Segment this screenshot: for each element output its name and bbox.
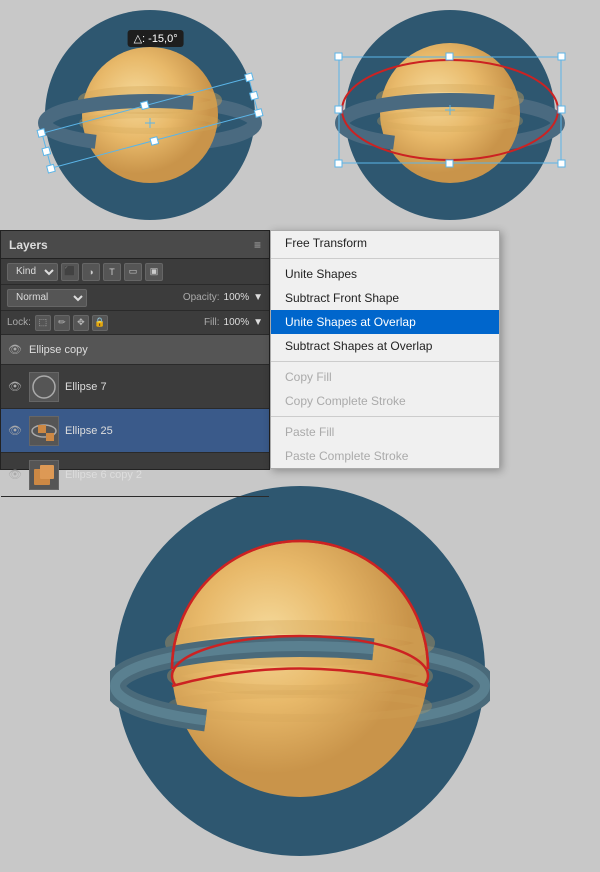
opacity-label: Opacity:	[183, 292, 220, 303]
canvas-left: △: -15,0°	[0, 0, 300, 230]
menu-separator-2	[271, 361, 499, 362]
lock-pixel-btn[interactable]: ⬚	[35, 315, 51, 331]
fill-value: 100%	[224, 317, 250, 328]
canvas-right	[300, 0, 600, 230]
layer-item-ellipse25[interactable]: 👁 Ellipse 25	[1, 409, 269, 453]
lock-all-btn[interactable]: 🔒	[92, 315, 108, 331]
eye-icon-1[interactable]: 👁	[7, 379, 23, 395]
fill-expand-btn[interactable]: ▼	[253, 317, 263, 328]
context-menu: Free Transform Unite Shapes Subtract Fro…	[270, 230, 500, 469]
top-section: △: -15,0°	[0, 0, 600, 230]
layers-filter-type-btn[interactable]: T	[103, 263, 121, 281]
layers-header: Layers ≡	[1, 231, 269, 259]
menu-item-unite-overlap[interactable]: Unite Shapes at Overlap	[271, 310, 499, 334]
lock-label: Lock:	[7, 317, 31, 328]
layer-item-ellipse6copy2[interactable]: 👁 Ellipse 6 copy 2	[1, 453, 269, 497]
angle-tooltip: △: -15,0°	[128, 30, 184, 47]
menu-separator-3	[271, 416, 499, 417]
layers-kind-select[interactable]: Kind	[7, 263, 58, 281]
layers-menu-button[interactable]: ≡	[254, 238, 261, 252]
menu-item-free-transform[interactable]: Free Transform	[271, 231, 499, 255]
layers-lock-row: Lock: ⬚ ✏ ✥ 🔒 Fill: 100% ▼	[1, 311, 269, 335]
menu-item-subtract-front[interactable]: Subtract Front Shape	[271, 286, 499, 310]
opacity-expand-btn[interactable]: ▼	[253, 292, 263, 303]
layer-item-ellipse7[interactable]: 👁 Ellipse 7	[1, 365, 269, 409]
layers-filter-pixel-btn[interactable]: ⬛	[61, 263, 79, 281]
layers-filter-shape-btn[interactable]: ▭	[124, 263, 142, 281]
opacity-value: 100%	[224, 292, 250, 303]
layers-toolbar: Kind ⬛ ◑ T ▭ ▣	[1, 259, 269, 285]
layer-thumb-3	[29, 460, 59, 490]
layers-filter-adjust-btn[interactable]: ◑	[82, 263, 100, 281]
eye-icon-0[interactable]: 👁	[7, 342, 23, 358]
menu-item-copy-fill: Copy Fill	[271, 365, 499, 389]
lock-move-btn[interactable]: ✏	[54, 315, 70, 331]
lock-position-btn[interactable]: ✥	[73, 315, 89, 331]
layer-name-3: Ellipse 6 copy 2	[65, 469, 263, 481]
layer-item-ellipse-copy[interactable]: 👁 Ellipse copy	[1, 335, 269, 365]
layers-filter-smart-btn[interactable]: ▣	[145, 263, 163, 281]
layer-thumb-1	[29, 372, 59, 402]
middle-section: Layers ≡ Kind ⬛ ◑ T ▭ ▣ Normal Opacity: …	[0, 230, 600, 470]
layers-blend-row: Normal Opacity: 100% ▼	[1, 285, 269, 311]
menu-item-paste-fill: Paste Fill	[271, 420, 499, 444]
blend-mode-select[interactable]: Normal	[7, 289, 87, 307]
layer-name-2: Ellipse 25	[65, 425, 263, 437]
bottom-section	[0, 470, 600, 872]
menu-item-subtract-overlap[interactable]: Subtract Shapes at Overlap	[271, 334, 499, 358]
saturn-bottom-svg	[110, 481, 490, 861]
layers-panel: Layers ≡ Kind ⬛ ◑ T ▭ ▣ Normal Opacity: …	[0, 230, 270, 470]
fill-label: Fill:	[204, 317, 220, 328]
menu-separator-1	[271, 258, 499, 259]
menu-item-paste-complete-stroke: Paste Complete Stroke	[271, 444, 499, 468]
layer-name-0: Ellipse copy	[29, 344, 263, 356]
menu-item-copy-complete-stroke: Copy Complete Stroke	[271, 389, 499, 413]
layers-panel-title: Layers	[9, 238, 254, 252]
eye-icon-3[interactable]: 👁	[7, 467, 23, 483]
layer-name-1: Ellipse 7	[65, 381, 263, 393]
menu-item-unite-shapes[interactable]: Unite Shapes	[271, 262, 499, 286]
layer-thumb-2	[29, 416, 59, 446]
saturn-right-svg	[325, 5, 575, 225]
eye-icon-2[interactable]: 👁	[7, 423, 23, 439]
lock-icons-group: ⬚ ✏ ✥ 🔒	[35, 315, 108, 331]
